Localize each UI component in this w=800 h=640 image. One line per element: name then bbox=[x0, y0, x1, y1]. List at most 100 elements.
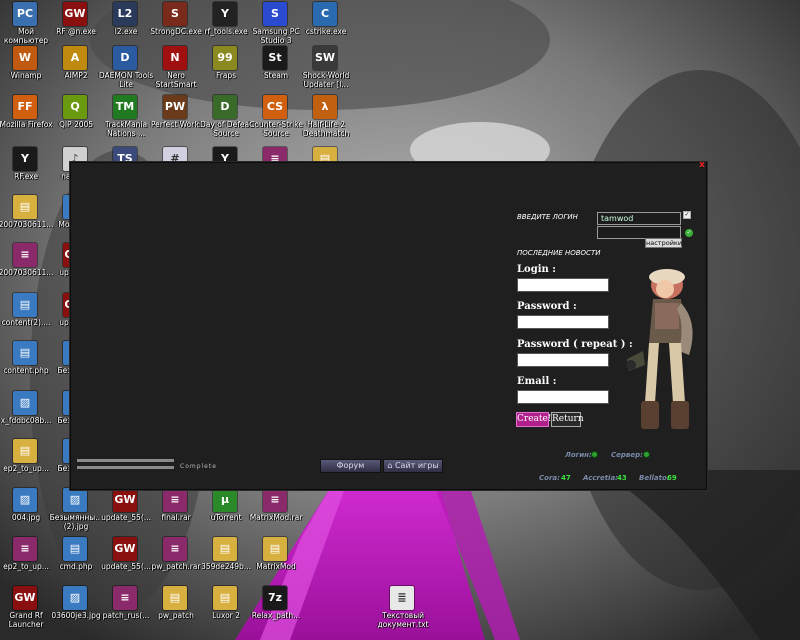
desktop-icon[interactable]: SW Shock-World Updater [I... bbox=[300, 44, 352, 100]
desktop-icon[interactable]: D DAEMON Tools Lite bbox=[99, 44, 153, 100]
desktop-icon-label: MatrixMod bbox=[256, 562, 296, 571]
desktop-icon-image: C bbox=[313, 2, 337, 26]
desktop-icon-label: cstrike.exe bbox=[305, 27, 347, 36]
cora-count: 47 bbox=[561, 474, 571, 482]
download-progress-fill-1 bbox=[77, 459, 174, 462]
settings-button[interactable]: настройки bbox=[645, 238, 682, 248]
download-progress-track-1 bbox=[77, 459, 174, 462]
desktop-icon[interactable]: GW Grand Rf Launcher bbox=[0, 584, 52, 640]
desktop-icon-image: ▨ bbox=[13, 488, 37, 512]
desktop-icon-image: A bbox=[63, 46, 87, 70]
desktop-icon[interactable]: ▤ pw_patch bbox=[150, 584, 202, 640]
login-input[interactable]: tamwod bbox=[597, 212, 681, 225]
desktop-icon-image: ▤ bbox=[163, 586, 187, 610]
desktop-icon[interactable]: ≡ pw_patch.rar bbox=[150, 535, 202, 591]
desktop-icon-image: PC bbox=[13, 2, 37, 26]
desktop-icon-image: 7z bbox=[263, 586, 287, 610]
home-icon: ⌂ bbox=[387, 461, 393, 470]
desktop-icon-image: ▤ bbox=[213, 586, 237, 610]
password-repeat-field-label: Password ( repeat ) : bbox=[517, 339, 633, 350]
desktop-icon-image: SW bbox=[313, 46, 337, 70]
login-status-label: Логин: bbox=[565, 451, 592, 459]
desktop-icon[interactable]: ▤ Luxor 2 bbox=[200, 584, 252, 640]
desktop-icon[interactable]: ≡ ep2_to_up... bbox=[0, 535, 52, 591]
desktop-icon[interactable]: ≣ Текстовый документ.txt bbox=[377, 584, 429, 640]
desktop-icon-image: N bbox=[163, 46, 187, 70]
desktop-icon-image: ≡ bbox=[113, 586, 137, 610]
desktop-icon[interactable]: µ uTorrent bbox=[200, 486, 252, 542]
desktop-icon[interactable]: 7z Relax_path... bbox=[250, 584, 302, 640]
register-password-input[interactable] bbox=[517, 315, 609, 329]
login-ok-icon[interactable]: ✓ bbox=[685, 229, 693, 237]
cora-label: Cora: bbox=[539, 474, 560, 482]
desktop-icon-image: St bbox=[263, 46, 287, 70]
desktop-icon-image: ▤ bbox=[263, 537, 287, 561]
desktop-icon[interactable]: ▤ cmd.php bbox=[50, 535, 102, 591]
register-email-input[interactable] bbox=[517, 390, 609, 404]
desktop-icon-image: ▨ bbox=[63, 586, 87, 610]
desktop-icon[interactable]: GW update_55(... bbox=[100, 486, 152, 542]
desktop-icon[interactable]: ≡ 2007030611... bbox=[0, 241, 53, 297]
desktop-icon[interactable]: PW Perfect World bbox=[150, 93, 202, 149]
login-section-label: ВВЕДИТЕ ЛОГИН bbox=[517, 213, 578, 221]
desktop-icon-image: D bbox=[113, 46, 137, 70]
register-login-input[interactable] bbox=[517, 278, 609, 292]
desktop-icon[interactable]: ▤ 359de249b... bbox=[200, 535, 252, 591]
desktop-icon-image: GW bbox=[113, 537, 137, 561]
desktop-icon[interactable]: ≡ MatrixMod.rar bbox=[250, 486, 302, 542]
accretia-count: 43 bbox=[617, 474, 627, 482]
desktop-icon[interactable]: ▤ ep2_to_up... bbox=[0, 437, 52, 493]
desktop-icon-image: GW bbox=[63, 2, 87, 26]
desktop-icon[interactable]: A AIMP2 bbox=[50, 44, 102, 100]
desktop-icon[interactable]: ≡ patch_rus(... bbox=[100, 584, 152, 640]
desktop-icon[interactable]: St Steam bbox=[250, 44, 302, 100]
desktop-icon-label: Relax_path... bbox=[251, 611, 301, 620]
desktop-icon-image: ▨ bbox=[63, 488, 87, 512]
desktop-icon-image: ▤ bbox=[213, 537, 237, 561]
desktop-icon-label: Shock-World Updater [I... bbox=[302, 71, 350, 89]
desktop-icon[interactable]: 99 Fraps bbox=[200, 44, 252, 100]
desktop-icon[interactable]: ▤ content.php bbox=[0, 339, 52, 395]
desktop-icon-image: Y bbox=[13, 147, 37, 171]
desktop-icon[interactable]: λ Half-Life 2 Deathmatch bbox=[300, 93, 352, 149]
desktop-icon-image: ▤ bbox=[13, 195, 37, 219]
desktop-icon[interactable]: ▨ 03600je3.jpg bbox=[50, 584, 102, 640]
desktop-icon[interactable]: Q QIP 2005 bbox=[50, 93, 102, 149]
desktop-icon[interactable]: N Nero StartSmart bbox=[150, 44, 202, 100]
launcher-close-button[interactable]: x bbox=[698, 160, 706, 170]
desktop-icon-image: ▤ bbox=[13, 439, 37, 463]
desktop-icon-image: ≡ bbox=[13, 243, 37, 267]
desktop-icon-image: λ bbox=[313, 95, 337, 119]
bellato-count: 69 bbox=[667, 474, 677, 482]
desktop-icon[interactable]: ▨ Безымянны... (2).jpg bbox=[50, 486, 102, 542]
download-progress-fill-2 bbox=[77, 466, 174, 469]
accretia-label: Accretia: bbox=[583, 474, 618, 482]
desktop-icon-image: µ bbox=[213, 488, 237, 512]
return-button[interactable]: Return bbox=[551, 412, 584, 427]
remember-checkbox-icon[interactable]: ✓ bbox=[683, 211, 691, 219]
desktop-icon-image: ≡ bbox=[163, 537, 187, 561]
desktop-icon-image: S bbox=[263, 2, 287, 26]
create-button[interactable]: Create! bbox=[516, 412, 551, 427]
register-password-repeat-input[interactable] bbox=[517, 353, 609, 367]
desktop-icon[interactable]: CS Counter-Strike Source bbox=[249, 93, 303, 149]
progress-complete-label: Complete bbox=[180, 463, 217, 470]
desktop-icon-image: ▤ bbox=[13, 341, 37, 365]
desktop-icon[interactable]: D Day of Defeat Source bbox=[200, 93, 252, 149]
desktop-icon[interactable]: W Winamp bbox=[0, 44, 52, 100]
desktop-icon-image: W bbox=[13, 46, 37, 70]
forum-button[interactable]: Форум bbox=[320, 459, 381, 473]
desktop-icon-label: Текстовый документ.txt bbox=[377, 611, 429, 629]
desktop-icon[interactable]: ▨ 004.jpg bbox=[0, 486, 52, 542]
desktop-icon[interactable]: ≡ final.rar bbox=[150, 486, 202, 542]
email-field-label: Email : bbox=[517, 376, 557, 387]
desktop-icon[interactable]: GW update_55(... bbox=[100, 535, 152, 591]
desktop-icon[interactable]: FF Mozilla Firefox bbox=[0, 93, 53, 149]
desktop-icon-image: L2 bbox=[113, 2, 137, 26]
desktop-icon-image: Y bbox=[213, 2, 237, 26]
game-site-button[interactable]: ⌂ Сайт игры bbox=[383, 459, 443, 473]
desktop-icon[interactable]: ▤ MatrixMod bbox=[250, 535, 302, 591]
close-icon: x bbox=[699, 160, 705, 170]
login-status-icon bbox=[591, 451, 598, 458]
desktop-icon[interactable]: TM TrackMania Nations ... bbox=[100, 93, 152, 149]
